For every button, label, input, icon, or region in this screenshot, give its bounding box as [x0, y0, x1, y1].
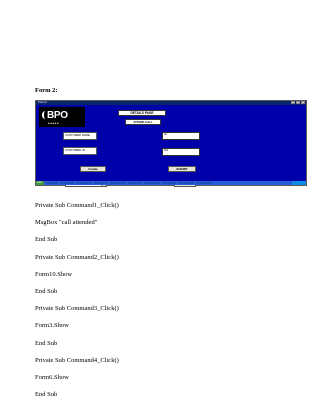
- logo-subtext: ■ ■ ■ ■ ■: [48, 122, 59, 125]
- taskbar-item[interactable]: [110, 181, 126, 185]
- code-line: Form3.Show: [35, 322, 69, 330]
- code-line: Form10.Show: [35, 270, 73, 278]
- code-line: End Sub: [35, 288, 58, 295]
- taskbar-item[interactable]: [196, 181, 212, 185]
- code-line: End Sub: [35, 236, 58, 244]
- window-controls: [291, 101, 305, 105]
- attend-call-button[interactable]: ATTEND CALL: [125, 119, 161, 125]
- close-icon[interactable]: [301, 101, 305, 104]
- section-heading: Form 2:: [35, 87, 58, 94]
- code-line: Private Sub Command4_Click(): [35, 356, 119, 364]
- code-line: End Sub: [35, 339, 58, 347]
- taskbar-item[interactable]: [162, 181, 176, 185]
- customer-name-input[interactable]: ab: [162, 132, 200, 140]
- window-title: Form2: [38, 100, 47, 104]
- code-line: End Sub: [35, 391, 58, 399]
- minimize-icon[interactable]: [291, 101, 295, 104]
- code-line: Private Sub Command3_Click(): [35, 305, 119, 313]
- start-button[interactable]: start: [36, 181, 44, 185]
- taskbar-item[interactable]: [76, 181, 92, 185]
- window-titlebar: Form2: [36, 100, 306, 105]
- taskbar-item[interactable]: [144, 181, 160, 185]
- taskbar: start: [36, 181, 306, 185]
- customer-id-label: CUSTOMER I.D.: [63, 147, 97, 155]
- maximize-icon[interactable]: [296, 101, 300, 104]
- create-button[interactable]: Create: [80, 166, 106, 172]
- code-line: Form6.Show: [35, 374, 69, 381]
- taskbar-item[interactable]: [60, 181, 74, 185]
- logo-text: BPO: [47, 110, 68, 121]
- taskbar-item[interactable]: [94, 181, 108, 185]
- taskbar-item[interactable]: [178, 181, 194, 185]
- taskbar-item[interactable]: [128, 181, 142, 185]
- customer-id-input[interactable]: 001: [162, 148, 200, 156]
- code-line: Private Sub Command1_Click(): [35, 202, 119, 209]
- code-line: MsgBox "call attended": [35, 219, 98, 227]
- submit-button[interactable]: SUBMIT: [168, 166, 196, 172]
- form-screenshot: Form2 BPO ■ ■ ■ ■ ■ DETAILS PAGE ATTEND …: [35, 100, 307, 187]
- taskbar-clock: [292, 181, 306, 185]
- taskbar-item[interactable]: [46, 181, 58, 185]
- code-line: Private Sub Command2_Click(): [35, 253, 119, 261]
- customer-name-label: CUSTOMER NAME: [63, 132, 97, 140]
- page-title-label: DETAILS PAGE: [118, 110, 166, 116]
- bpo-logo: BPO ■ ■ ■ ■ ■: [39, 107, 85, 127]
